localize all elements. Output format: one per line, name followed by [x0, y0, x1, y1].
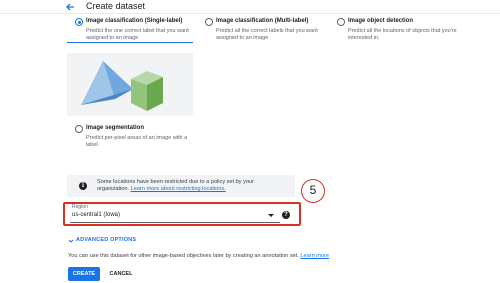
create-button[interactable]: CREATE	[68, 267, 100, 281]
dropdown-arrow-icon[interactable]	[268, 214, 274, 217]
advanced-options-toggle[interactable]: ADVANCED OPTIONS	[76, 237, 136, 243]
radio-multi-label[interactable]	[205, 18, 213, 26]
option-label: Image classification (Single-label)	[86, 18, 183, 24]
cancel-button[interactable]: CANCEL	[106, 267, 136, 281]
page-header: Create dataset	[0, 0, 500, 14]
footnote-text: You can use this dataset for other image…	[68, 253, 299, 259]
learn-more-link[interactable]: Learn more	[300, 253, 329, 259]
region-label: Region	[72, 204, 88, 210]
page-title: Create dataset	[86, 1, 146, 11]
radio-segmentation[interactable]	[75, 125, 83, 133]
footnote: You can use this dataset for other image…	[68, 253, 329, 259]
info-icon: i	[79, 182, 87, 190]
segmentation-illustration	[67, 53, 193, 116]
notice-message: Some locations have been restricted due …	[97, 179, 287, 193]
region-select[interactable]: us-central1 (Iowa)	[72, 212, 120, 218]
option-description: Predict all the locations of objects tha…	[348, 28, 457, 41]
option-description: Predict all the correct labels that you …	[216, 28, 318, 41]
option-description: Predict the one correct label that you w…	[86, 28, 189, 41]
selection-indicator	[67, 42, 193, 43]
help-icon[interactable]: ?	[282, 211, 290, 219]
location-restriction-notice: i Some locations have been restricted du…	[67, 175, 295, 197]
option-label: Image object detection	[348, 18, 414, 24]
radio-object-detection[interactable]	[337, 18, 345, 26]
option-description: Predict per-pixel areas of an image with…	[86, 135, 188, 148]
region-select-underline	[70, 222, 280, 223]
option-label: Image classification (Multi-label)	[216, 18, 309, 24]
option-label: Image segmentation	[86, 125, 145, 131]
chevron-down-icon[interactable]	[68, 238, 74, 244]
annotation-number-badge: 5	[301, 179, 325, 203]
shapes-illustration-icon	[81, 61, 163, 111]
restricting-locations-link[interactable]: Learn more about restricting locations.	[131, 186, 226, 192]
arrow-back-icon[interactable]	[64, 1, 76, 13]
radio-single-label[interactable]	[75, 18, 83, 26]
